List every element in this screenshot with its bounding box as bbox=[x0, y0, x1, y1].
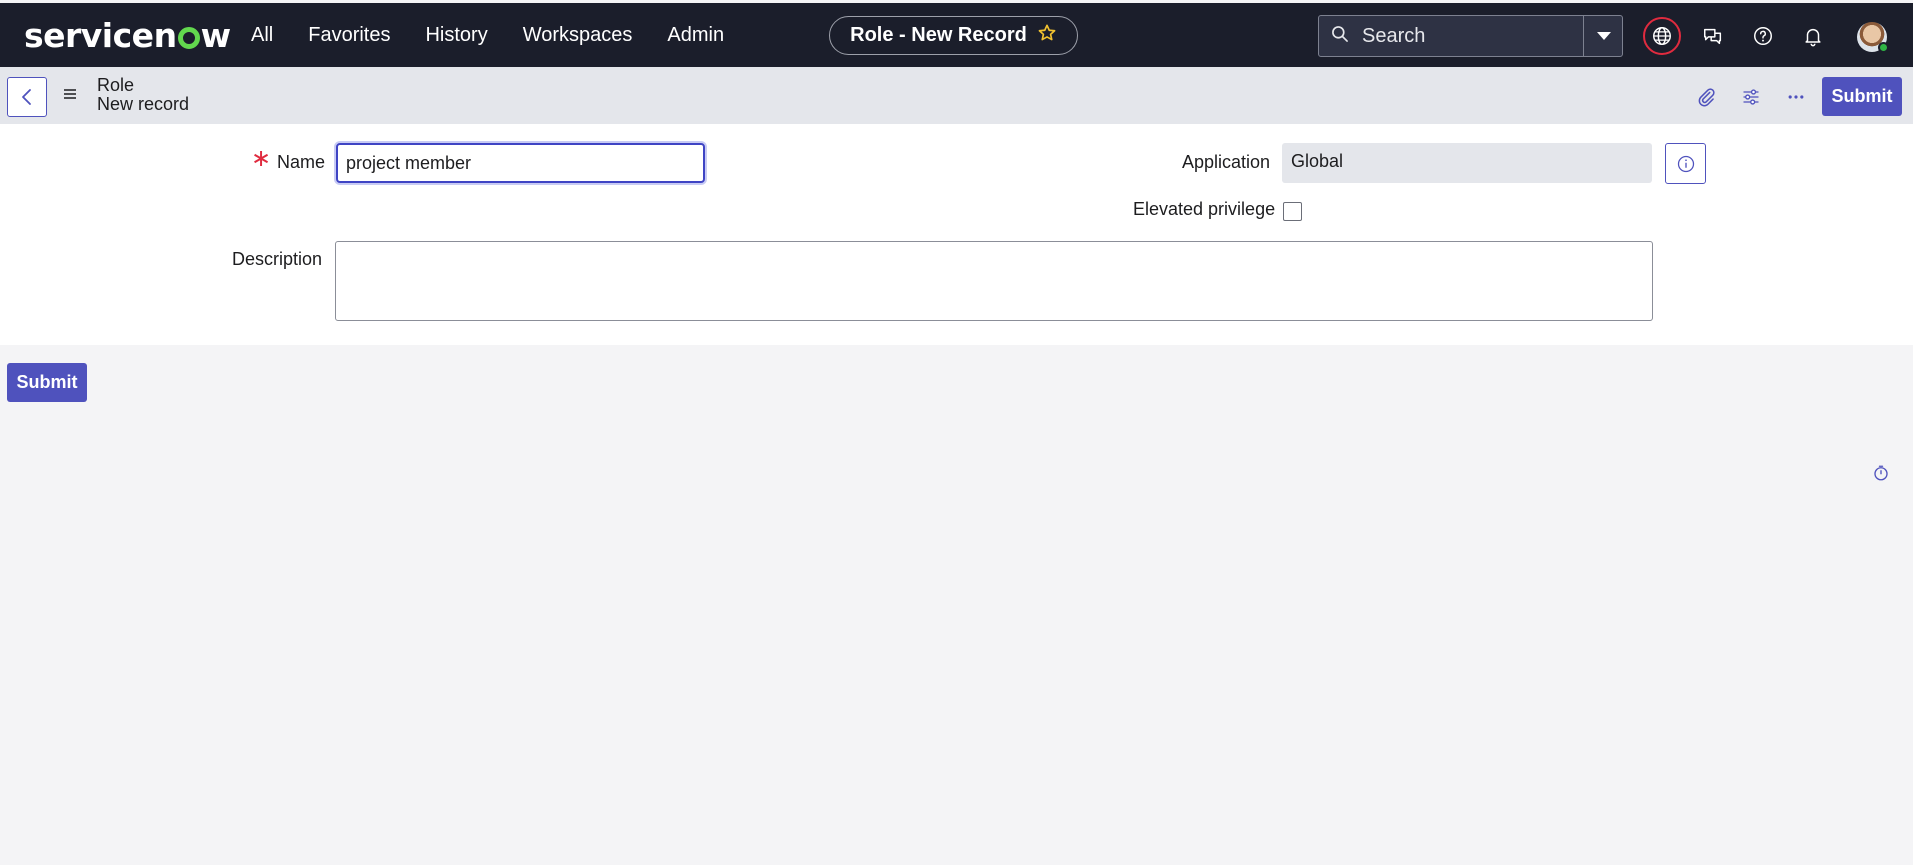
search-scope-dropdown[interactable] bbox=[1583, 15, 1623, 57]
elevated-privilege-label: Elevated privilege bbox=[1133, 199, 1276, 219]
nav-favorites[interactable]: Favorites bbox=[308, 24, 390, 47]
star-icon[interactable] bbox=[1037, 23, 1057, 49]
attachment-paperclip-icon[interactable] bbox=[1694, 85, 1718, 109]
top-navigation: servicen w All Favorites History Workspac… bbox=[0, 3, 1913, 67]
chevron-left-icon bbox=[22, 89, 31, 105]
servicenow-logo[interactable]: servicen w bbox=[24, 16, 231, 55]
personalize-sliders-icon[interactable] bbox=[1739, 85, 1763, 109]
response-time-icon[interactable] bbox=[1872, 464, 1890, 487]
chat-icon[interactable] bbox=[1702, 25, 1724, 47]
elevated-privilege-checkbox[interactable] bbox=[1283, 202, 1302, 221]
description-textarea[interactable] bbox=[335, 241, 1653, 321]
submit-button-header[interactable]: Submit bbox=[1822, 77, 1902, 116]
name-input[interactable] bbox=[336, 143, 705, 183]
role-form: ∗ Name Application Global Elevated privi… bbox=[0, 124, 1913, 345]
submit-button-footer[interactable]: Submit bbox=[7, 363, 87, 402]
search-icon bbox=[1330, 24, 1350, 49]
caret-down-icon bbox=[1596, 32, 1611, 40]
context-title-pill[interactable]: Role - New Record bbox=[829, 16, 1078, 55]
description-label: Description bbox=[232, 249, 323, 269]
application-info-button[interactable] bbox=[1665, 143, 1706, 184]
globe-icon bbox=[1653, 27, 1671, 45]
nav-workspaces[interactable]: Workspaces bbox=[523, 24, 633, 47]
notifications-bell-icon[interactable] bbox=[1802, 25, 1824, 47]
help-icon[interactable] bbox=[1752, 25, 1774, 47]
application-label: Application bbox=[1182, 152, 1271, 172]
required-asterisk-icon: ∗ bbox=[251, 145, 272, 172]
search-placeholder: Search bbox=[1362, 24, 1426, 47]
name-label: Name bbox=[277, 152, 326, 172]
presence-status-dot bbox=[1878, 42, 1889, 53]
form-context-menu-icon[interactable] bbox=[62, 87, 78, 106]
main-menu: All Favorites History Workspaces Admin bbox=[251, 3, 759, 67]
application-field: Global bbox=[1282, 143, 1652, 183]
form-header: Role New record Submit bbox=[0, 67, 1913, 124]
nav-history[interactable]: History bbox=[425, 24, 487, 47]
nav-admin[interactable]: Admin bbox=[667, 24, 724, 47]
info-icon bbox=[1677, 155, 1694, 172]
language-globe-button[interactable] bbox=[1643, 17, 1681, 55]
breadcrumb-record: New record bbox=[97, 94, 190, 114]
global-search-input[interactable]: Search bbox=[1318, 15, 1623, 57]
user-avatar[interactable] bbox=[1857, 22, 1889, 53]
more-options-icon[interactable] bbox=[1784, 85, 1808, 109]
breadcrumb-table: Role bbox=[97, 75, 135, 95]
back-button[interactable] bbox=[7, 77, 47, 117]
nav-all[interactable]: All bbox=[251, 24, 273, 47]
context-title: Role - New Record bbox=[850, 24, 1027, 46]
